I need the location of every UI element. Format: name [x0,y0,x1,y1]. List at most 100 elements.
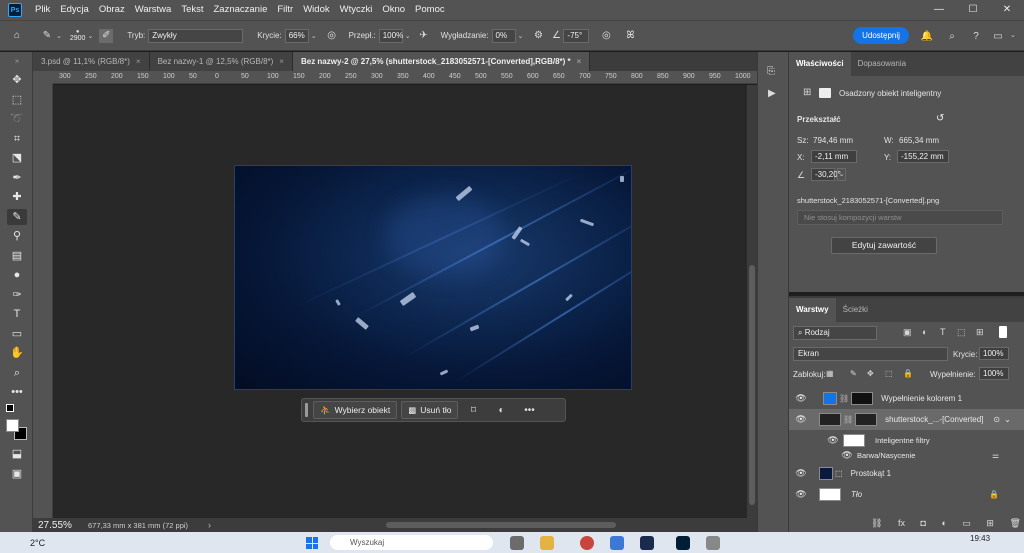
layer-row[interactable]: 👁 ⛓ Wypełnienie kolorem 1 [789,388,1024,409]
marquee-tool-icon[interactable]: ⬚ [7,92,27,108]
layer-row[interactable]: 👁 ⬚ Prostokąt 1 [789,463,1024,484]
blend-mode-select[interactable]: Ekran [793,347,948,361]
menu-filter[interactable]: Filtr [272,0,298,20]
menu-type[interactable]: Tekst [176,0,208,20]
layer-opacity-input[interactable]: 100% [979,347,1009,360]
eye-icon[interactable]: 👁 [839,450,855,461]
airbrush-icon[interactable]: ✈ [417,29,431,43]
default-colors-icon[interactable] [6,404,14,412]
mode-select[interactable]: Zwykły [148,28,244,43]
menu-select[interactable]: Zaznaczanie [209,0,273,20]
zoom-level[interactable]: 27.55% [38,520,76,531]
link-layers-icon[interactable]: ⛓ [871,518,882,529]
filter-adjustment-icon[interactable]: ◐ [922,327,927,337]
layer-row[interactable]: 👁 Tło 🔒 [789,484,1024,505]
scrollbar-thumb[interactable] [386,522,616,528]
task-view-icon[interactable] [510,536,524,550]
pressure-opacity-icon[interactable]: ◎ [325,29,339,43]
width-value[interactable]: 794,46 mm [813,136,853,145]
filter-type-icon[interactable]: T [940,327,946,337]
fx-icon[interactable]: fx [898,518,905,529]
workspace-icon[interactable]: ▭ [991,29,1005,43]
vertical-scrollbar[interactable] [747,85,757,518]
eye-icon[interactable]: 👁 [793,468,809,479]
photoshop-taskbar-icon[interactable] [676,536,690,550]
mail-app-icon[interactable] [580,536,594,550]
tab-document-2[interactable]: Bez nazwy-1 @ 12,5% (RGB/8*) × [149,52,293,71]
link-icon[interactable]: ⛓ [839,394,849,403]
tab-document-1[interactable]: 3.psd @ 11,1% (RGB/8*) × [33,52,150,71]
zoom-tool-icon[interactable]: ⌕ [7,365,27,381]
chevron-down-icon[interactable]: ⌄ [56,32,62,40]
eye-icon[interactable]: 👁 [793,489,809,500]
dodge-tool-icon[interactable]: ● [7,267,27,283]
filter-smart-object-icon[interactable]: ⊞ [976,327,984,338]
fill-input[interactable]: 100% [979,367,1009,380]
brush-preset-picker[interactable]: ● 2900 [70,29,86,42]
filter-toggle-icon[interactable] [999,326,1007,338]
maximize-icon[interactable]: ☐ [956,0,990,20]
chevron-down-icon[interactable]: ⌄ [1004,415,1011,424]
chevron-down-icon[interactable]: ⌄ [405,32,411,40]
layer-comp-select[interactable]: Nie stosuj kompozycji warstw [797,210,1003,225]
select-subject-button[interactable]: ⛹ Wybierz obiekt [313,401,398,419]
layer-kind-filter[interactable]: ⌕ Rodzaj [793,326,877,340]
filter-options-icon[interactable]: ⚌ [992,451,999,460]
new-layer-icon[interactable]: ⊞ [986,518,994,529]
chevron-down-icon[interactable]: ⌄ [837,168,846,181]
chevron-down-icon[interactable]: ⌄ [518,32,524,40]
chevron-down-icon[interactable]: ⌄ [87,32,93,40]
document-canvas[interactable] [234,165,632,390]
play-action-icon[interactable]: ▶ [768,88,776,99]
horizontal-scrollbar[interactable] [236,521,756,529]
filter-shape-icon[interactable]: ⬚ [957,327,966,338]
screen-mode-icon[interactable]: ▣ [7,466,27,482]
menu-window[interactable]: Okno [377,0,410,20]
symmetry-butterfly-icon[interactable]: ꕤ [623,29,637,43]
type-tool-icon[interactable]: T [7,306,27,322]
menu-help[interactable]: Pomoc [410,0,450,20]
move-tool-icon[interactable]: ✥ [7,72,27,88]
healing-brush-tool-icon[interactable]: ✚ [7,189,27,205]
close-icon[interactable]: × [279,57,284,66]
y-input[interactable]: -155,22 mm [897,150,949,163]
transform-icon[interactable]: ⌑ [462,405,484,416]
menu-layer[interactable]: Warstwa [130,0,177,20]
x-input[interactable]: -2,11 mm [811,150,857,163]
eye-icon[interactable]: 👁 [793,393,809,404]
rectangle-tool-icon[interactable]: ▭ [7,326,27,342]
search-icon[interactable]: ⌕ [945,29,959,43]
smoothing-input[interactable]: 0% [491,28,516,43]
brush-tool-icon[interactable]: ✎ [7,209,27,225]
foreground-color-swatch[interactable] [6,419,19,432]
chevron-down-icon[interactable]: ⌄ [311,32,317,40]
adjustment-layer-icon[interactable]: ◐ [941,518,946,529]
history-icon[interactable]: ⎘ [767,66,775,77]
lock-transparent-icon[interactable]: ▦ [826,369,834,378]
brush-tool-icon[interactable]: ✎ [40,29,54,43]
pressure-size-icon[interactable]: ◎ [599,29,613,43]
drag-handle[interactable] [305,403,308,417]
lock-image-icon[interactable]: ✎ [850,369,857,378]
link-icon[interactable]: ⛓ [843,415,853,424]
vscode-icon[interactable] [610,536,624,550]
menu-plugins[interactable]: Wtyczki [335,0,378,20]
brush-settings-icon[interactable]: ✐ [99,28,114,43]
file-explorer-icon[interactable] [540,536,554,550]
gradient-tool-icon[interactable]: ▤ [7,248,27,264]
tab-layers[interactable]: Warstwy [789,298,836,322]
help-icon[interactable]: ? [969,29,983,43]
new-group-icon[interactable]: ▭ [962,518,971,529]
weather-widget[interactable]: 2°C [30,538,45,548]
trash-icon[interactable]: 🗑 [1009,518,1020,529]
lock-artboard-icon[interactable]: ⬚ [885,369,893,378]
menu-view[interactable]: Widok [298,0,334,20]
menu-image[interactable]: Obraz [94,0,130,20]
chevron-right-icon[interactable]: › [208,520,211,530]
taskbar-search[interactable]: Wyszukaj [330,535,493,550]
filter-pixel-icon[interactable]: ▣ [903,327,912,338]
remove-background-button[interactable]: ▩ Usuń tło [401,401,459,419]
scrollbar-thumb[interactable] [749,265,755,505]
app-icon[interactable] [640,536,654,550]
layer-row-selected[interactable]: 👁 ⛓ shutterstock_...-[Converted] ⊙ ⌄ [789,409,1024,430]
